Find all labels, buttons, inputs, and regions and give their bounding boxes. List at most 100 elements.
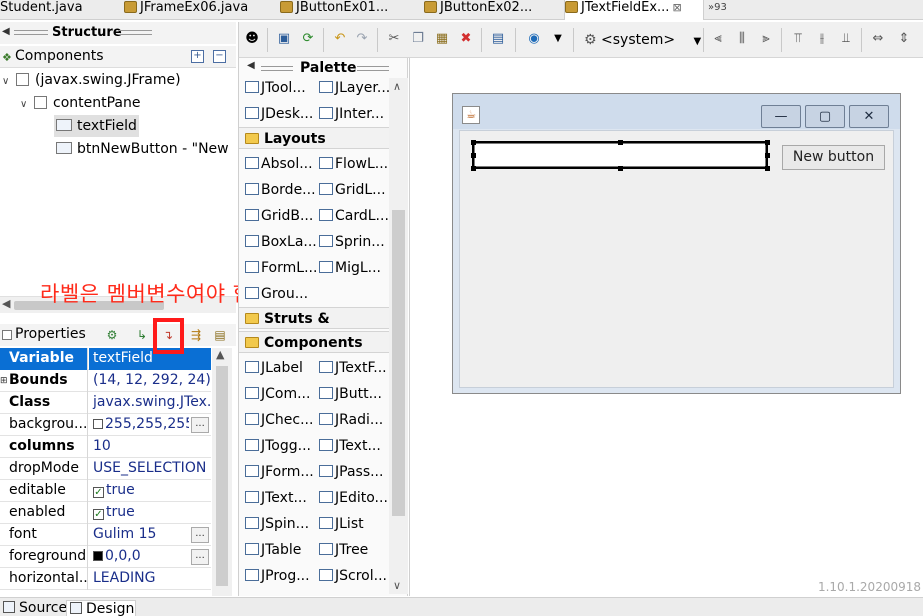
palette-item[interactable]: JTree — [319, 538, 368, 562]
property-value[interactable]: Gulim 15 — [89, 524, 189, 546]
palette-item[interactable]: JButt... — [319, 382, 382, 406]
property-value[interactable]: javax.swing.JTex... — [89, 392, 211, 414]
properties-vertical-scrollbar[interactable]: ▲ — [212, 348, 232, 596]
palette-item[interactable]: JList — [319, 512, 364, 536]
property-value[interactable]: textField — [89, 348, 211, 370]
scrollbar-thumb[interactable] — [216, 366, 228, 586]
test-gui-icon[interactable]: ☻ — [243, 30, 261, 48]
palette-category-struts-springs[interactable]: Struts & Springs — [239, 307, 389, 349]
resize-handle[interactable] — [618, 166, 623, 171]
palette-item[interactable]: JSpin... — [245, 512, 309, 536]
checkbox-checked-icon[interactable]: ✓ — [93, 509, 104, 520]
delete-icon[interactable]: ✖ — [457, 30, 475, 48]
tree-node-contentpane[interactable]: ∨ contentPane — [20, 92, 140, 114]
ellipsis-button[interactable]: ... — [191, 417, 209, 433]
resize-handle[interactable] — [471, 166, 476, 171]
scrollbar-thumb[interactable] — [392, 210, 405, 516]
palette-item[interactable]: FormL... — [245, 256, 317, 280]
property-value[interactable]: LEADING — [89, 568, 211, 590]
text-field-selected[interactable] — [471, 140, 770, 171]
scroll-down-icon[interactable]: ∨ — [393, 579, 401, 592]
property-value[interactable]: USE_SELECTION — [89, 458, 211, 480]
tab-student-java[interactable]: Student.java — [0, 0, 112, 20]
property-row-horizontal[interactable]: horizontal... LEADING — [0, 568, 211, 590]
palette-item[interactable]: Grou... — [245, 282, 308, 306]
property-value[interactable]: 0,0,0 — [89, 546, 189, 568]
property-row-columns[interactable]: columns 10 — [0, 436, 211, 458]
close-icon[interactable]: ⊠ — [672, 1, 681, 14]
design-canvas[interactable]: ☕ — ▢ ✕ New button 1.10.1.20200918 — [409, 58, 923, 596]
more-tabs-button[interactable]: »93 — [708, 0, 748, 20]
palette-item[interactable]: JScrol... — [319, 564, 387, 588]
palette-item[interactable]: JInter... — [319, 102, 384, 126]
chevron-down-icon[interactable]: ∨ — [2, 71, 16, 93]
palette-item[interactable]: Absol... — [245, 152, 313, 176]
palette-item[interactable]: Borde... — [245, 178, 316, 202]
jframe-title-bar[interactable]: ☕ — ▢ ✕ — [453, 94, 900, 129]
property-value[interactable]: ✓ true — [89, 502, 211, 524]
content-pane[interactable]: New button — [459, 130, 894, 388]
property-row-class[interactable]: Class javax.swing.JTex... — [0, 392, 211, 414]
collapse-left-icon[interactable]: ◀ — [2, 26, 10, 37]
property-value[interactable]: (14, 12, 292, 24) — [89, 370, 211, 392]
align-right-icon[interactable]: ⫸ — [757, 30, 775, 48]
palette-item[interactable]: JTextF... — [319, 356, 387, 380]
scroll-up-icon[interactable]: ∧ — [393, 80, 401, 93]
property-value[interactable]: ✓ true — [89, 480, 211, 502]
tab-design[interactable]: Design — [66, 600, 136, 616]
align-center-icon[interactable]: ⫼ — [733, 30, 751, 48]
tab-source[interactable]: Source — [0, 600, 67, 616]
palette-item[interactable]: JText... — [319, 434, 381, 458]
palette-item[interactable]: JText... — [245, 486, 307, 510]
property-row-enabled[interactable]: enabled ✓ true — [0, 502, 211, 524]
layout-assistant-icon[interactable]: ▤ — [489, 30, 507, 48]
resize-handle[interactable] — [765, 153, 770, 158]
new-button[interactable]: New button — [782, 145, 885, 170]
resize-handle[interactable] — [765, 166, 770, 171]
palette-item[interactable]: JRadi... — [319, 408, 383, 432]
collapse-left-icon[interactable]: ◀ — [247, 60, 255, 71]
palette-item[interactable]: JTable — [245, 538, 301, 562]
checkbox-checked-icon[interactable]: ✓ — [93, 487, 104, 498]
tab-jframeex06[interactable]: JFrameEx06.java — [124, 0, 276, 20]
jframe-preview[interactable]: ☕ — ▢ ✕ New button — [452, 93, 901, 394]
globe-icon[interactable]: ◉ — [525, 30, 543, 48]
palette-item[interactable]: JProg... — [245, 564, 310, 588]
palette-item[interactable]: JPass... — [319, 460, 383, 484]
tab-jbuttonex01[interactable]: JButtonEx01... — [280, 0, 420, 20]
collapse-all-icon[interactable]: − — [213, 50, 226, 63]
palette-category-components[interactable]: Components — [239, 331, 389, 353]
palette-item[interactable]: JLayer... — [319, 76, 390, 100]
property-value[interactable]: 255,255,255 — [89, 414, 189, 436]
minimize-button[interactable]: — — [761, 105, 801, 128]
palette-item[interactable]: JCom... — [245, 382, 310, 406]
property-row-font[interactable]: font Gulim 15 ... — [0, 524, 211, 546]
reparse-icon[interactable]: ⟳ — [299, 30, 317, 48]
paste-icon[interactable]: ▦ — [433, 30, 451, 48]
property-value[interactable]: 10 — [89, 436, 211, 458]
align-bottom-icon[interactable]: ⫫ — [837, 30, 855, 48]
ellipsis-button[interactable]: ... — [191, 527, 209, 543]
palette-item[interactable]: JForm... — [245, 460, 314, 484]
goto-definition-icon[interactable]: ↳ — [134, 327, 150, 343]
rename-icon[interactable]: ⇶ — [188, 327, 204, 343]
resize-handle[interactable] — [618, 140, 623, 145]
property-row-foreground[interactable]: foreground 0,0,0 ... — [0, 546, 211, 568]
expand-all-icon[interactable]: + — [191, 50, 204, 63]
palette-item[interactable]: JTool... — [245, 76, 306, 100]
palette-item[interactable]: JLabel — [245, 356, 303, 380]
chevron-down-icon[interactable]: ▼ — [549, 30, 567, 48]
align-middle-icon[interactable]: ⫲ — [813, 30, 831, 48]
palette-item[interactable]: GridB... — [245, 204, 313, 228]
ellipsis-button[interactable]: ... — [191, 549, 209, 565]
copy-icon[interactable]: ❐ — [409, 30, 427, 48]
chevron-down-icon[interactable]: ∨ — [20, 94, 34, 116]
show-events-icon[interactable]: ⚙ — [104, 327, 120, 343]
tab-jbuttonex02[interactable]: JButtonEx02... — [424, 0, 564, 20]
resize-handle[interactable] — [471, 153, 476, 158]
palette-item[interactable]: GridL... — [319, 178, 386, 202]
refresh-icon[interactable]: ▣ — [275, 30, 293, 48]
palette-item[interactable]: CardL... — [319, 204, 389, 228]
resize-handle[interactable] — [765, 140, 770, 145]
palette-item[interactable]: JTogg... — [245, 434, 311, 458]
